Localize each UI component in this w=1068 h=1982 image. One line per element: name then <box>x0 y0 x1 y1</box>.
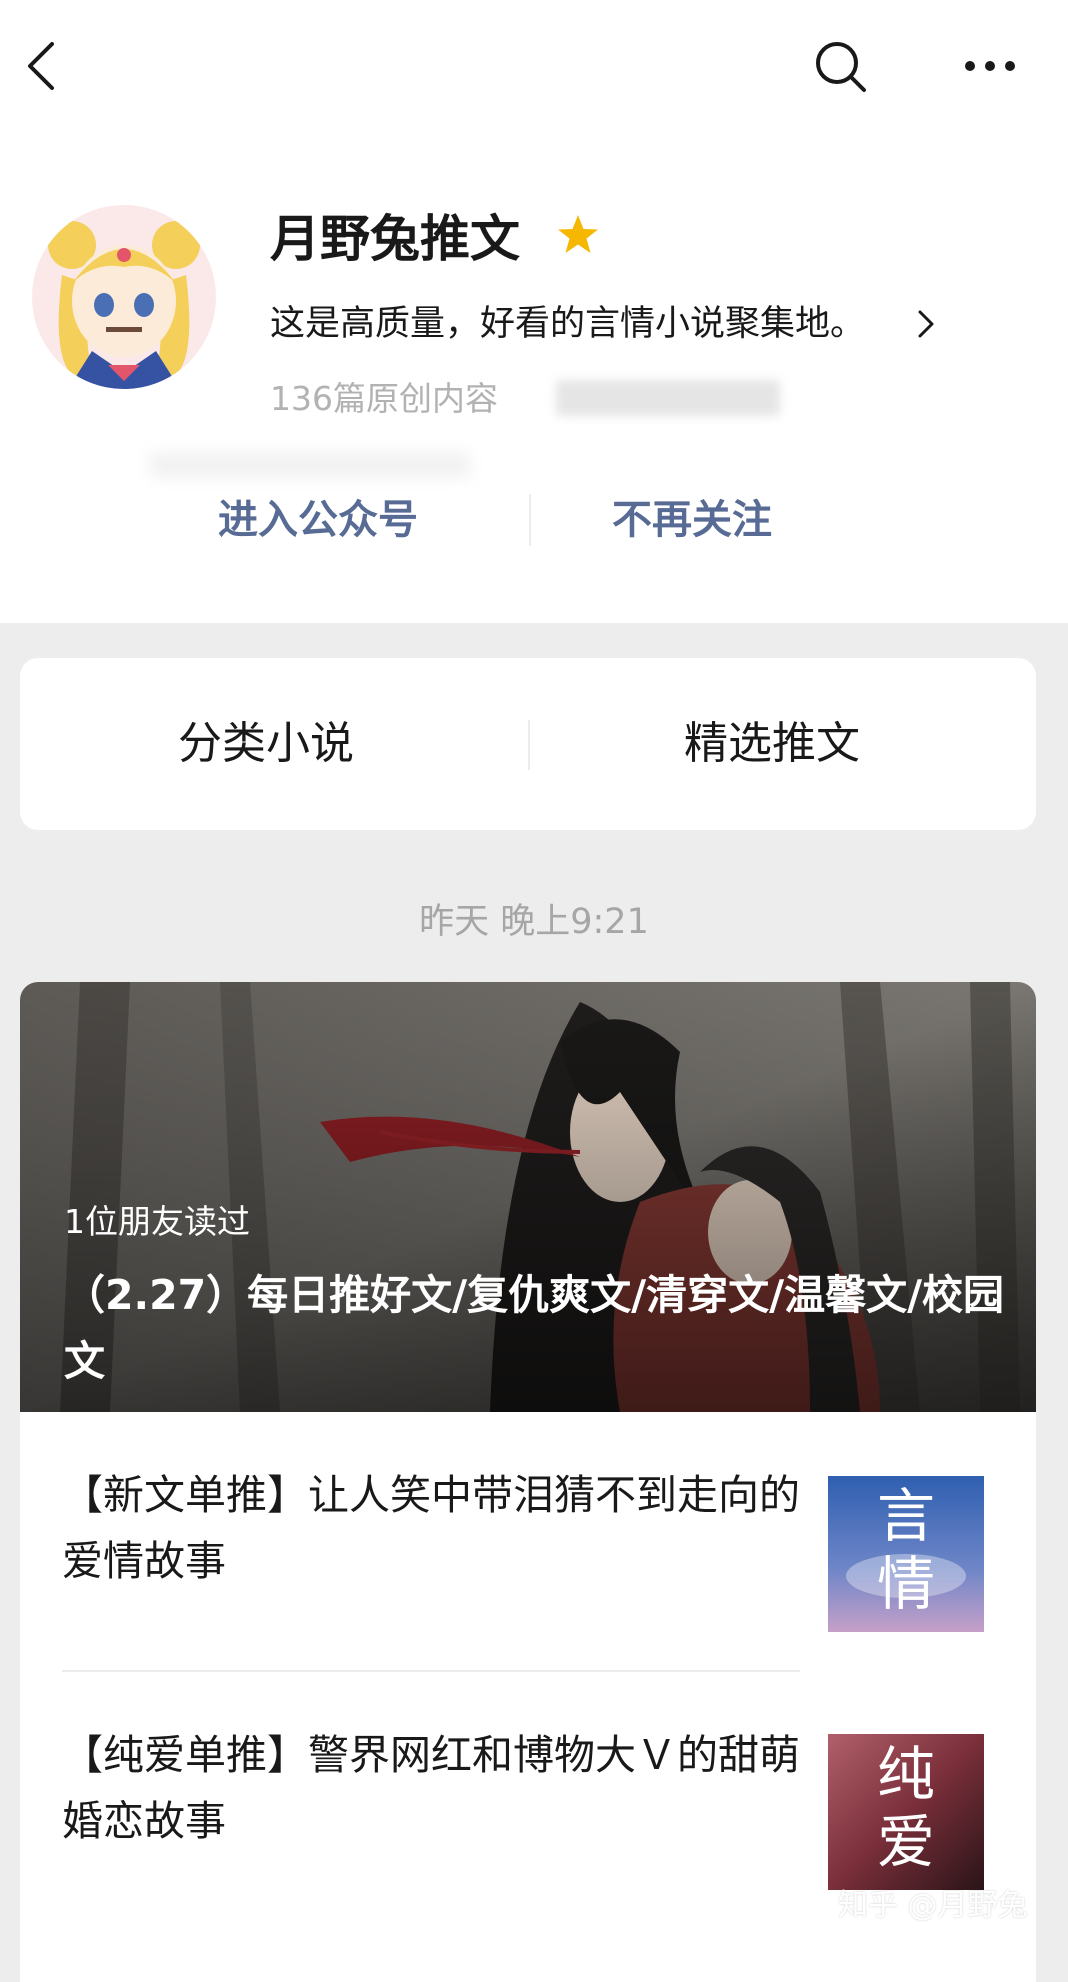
action-divider <box>529 494 531 546</box>
main-article-title[interactable]: （2.27）每日推好文/复仇爽文/清穿文/温馨文/校园文 <box>64 1262 1014 1394</box>
friends-read-label: 1位朋友读过 <box>64 1202 250 1241</box>
unfollow-button[interactable]: 不再关注 <box>612 488 772 552</box>
thumb-char: 言 <box>876 1482 935 1550</box>
article-thumbnail[interactable]: 言 情 <box>828 1476 984 1632</box>
blurred-info-2 <box>150 452 470 478</box>
watermark: 知乎 @月野兔 <box>838 1888 1028 1923</box>
article-title[interactable]: 【纯爱单推】警界网红和博物大Ｖ的甜萌婚恋故事 <box>62 1722 802 1854</box>
row-divider <box>62 1670 800 1672</box>
enter-account-button[interactable]: 进入公众号 <box>218 488 418 552</box>
article-thumbnail[interactable]: 纯 爱 <box>828 1734 984 1890</box>
thumb-char: 爱 <box>876 1808 935 1876</box>
chevron-right-icon[interactable] <box>914 306 938 342</box>
original-content-count: 136篇原创内容 <box>270 379 498 418</box>
account-menu: 分类小说 精选推文 <box>20 658 1036 830</box>
menu-item-featured[interactable]: 精选推文 <box>684 712 860 776</box>
account-name: 月野兔推文 <box>270 210 520 268</box>
account-description[interactable]: 这是高质量，好看的言情小说聚集地。 <box>270 296 865 352</box>
more-dots-icon[interactable] <box>962 48 1018 84</box>
message-timestamp: 昨天 晚上9:21 <box>419 902 649 942</box>
blurred-info <box>556 380 780 416</box>
thumb-char: 纯 <box>876 1740 935 1808</box>
article-title[interactable]: 【新文单推】让人笑中带泪猜不到走向的爱情故事 <box>62 1462 802 1594</box>
thumb-char: 情 <box>876 1550 935 1618</box>
menu-item-category-novels[interactable]: 分类小说 <box>178 712 354 776</box>
search-icon[interactable] <box>812 38 870 96</box>
chevron-left-icon[interactable] <box>22 40 62 92</box>
menu-divider <box>528 720 530 770</box>
article-card: 1位朋友读过 （2.27）每日推好文/复仇爽文/清穿文/温馨文/校园文 【新文单… <box>20 982 1036 1982</box>
avatar <box>32 205 216 389</box>
star-icon <box>556 213 600 257</box>
